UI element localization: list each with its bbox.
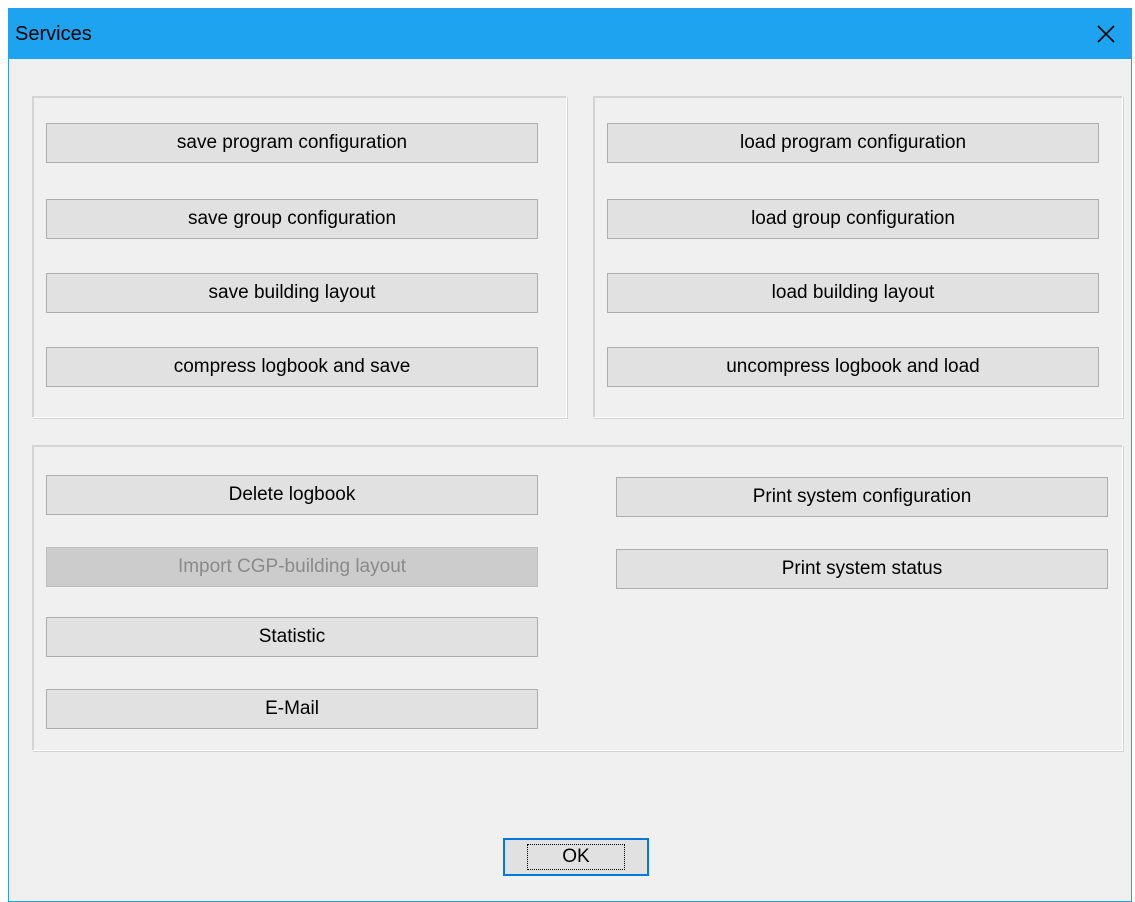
- load-program-configuration-button[interactable]: load program configuration: [607, 123, 1099, 163]
- save-group-configuration-button[interactable]: save group configuration: [46, 199, 538, 239]
- print-system-status-button[interactable]: Print system status: [616, 549, 1108, 589]
- close-icon: [1097, 25, 1115, 43]
- title-bar: Services: [9, 9, 1131, 59]
- statistic-button[interactable]: Statistic: [46, 617, 538, 657]
- ok-button[interactable]: OK: [503, 838, 649, 876]
- save-program-configuration-button[interactable]: save program configuration: [46, 123, 538, 163]
- ok-button-label: OK: [527, 844, 625, 870]
- save-building-layout-button[interactable]: save building layout: [46, 273, 538, 313]
- uncompress-logbook-and-load-button[interactable]: uncompress logbook and load: [607, 347, 1099, 387]
- print-system-configuration-button[interactable]: Print system configuration: [616, 477, 1108, 517]
- email-button[interactable]: E-Mail: [46, 689, 538, 729]
- load-group-configuration-button[interactable]: load group configuration: [607, 199, 1099, 239]
- import-cgp-building-layout-button: Import CGP-building layout: [46, 547, 538, 587]
- window-title: Services: [15, 23, 92, 45]
- services-dialog: Services save program configuration save…: [8, 8, 1132, 902]
- compress-logbook-and-save-button[interactable]: compress logbook and save: [46, 347, 538, 387]
- close-button[interactable]: [1081, 9, 1131, 59]
- load-building-layout-button[interactable]: load building layout: [607, 273, 1099, 313]
- delete-logbook-button[interactable]: Delete logbook: [46, 475, 538, 515]
